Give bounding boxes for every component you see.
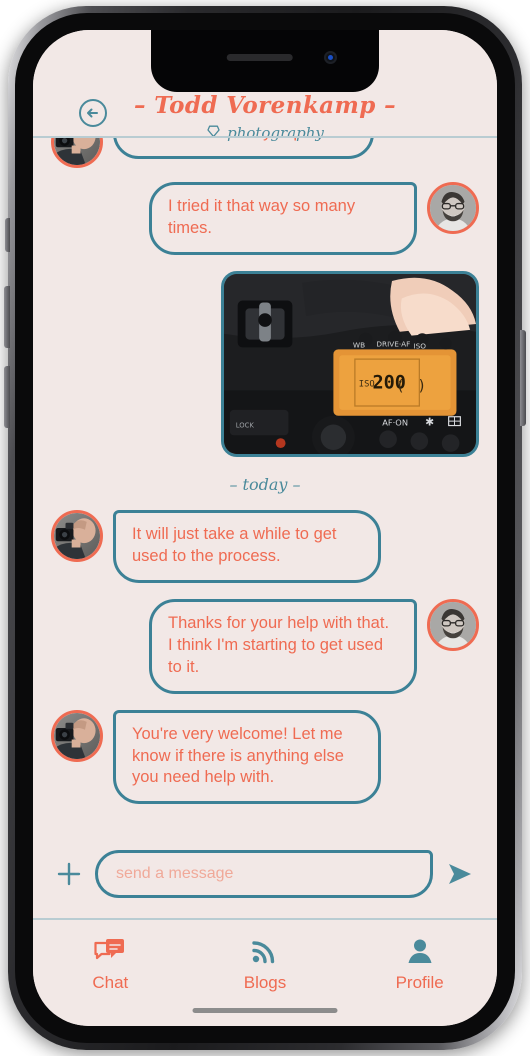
person-icon [404,936,436,966]
svg-text:): ) [417,377,426,394]
day-divider: – today – [229,474,301,494]
volume-up-button[interactable] [4,286,10,348]
send-arrow-icon[interactable] [445,860,475,888]
chat-bubbles-icon [94,936,126,966]
message-bubble[interactable]: Cameras are really expensive. [113,138,374,159]
message-bubble[interactable]: Thanks for your help with that. I think … [149,598,417,694]
rss-icon [249,936,281,966]
tab-blogs-label: Blogs [243,973,287,992]
back-arrow-circle-icon[interactable] [78,98,108,128]
message-row: Cameras are really expensive. [51,138,479,168]
image-message[interactable]: ISO 200 ( ) WB DRIVE·AF ISO AF·ON ✱ LOCK [221,270,479,457]
svg-text:WB: WB [353,340,365,349]
svg-text:LOCK: LOCK [236,421,255,429]
message-row: Thanks for your help with that. I think … [51,598,479,694]
tab-chat-label: Chat [92,973,129,992]
home-indicator[interactable] [192,1008,338,1013]
message-row: ISO 200 ( ) WB DRIVE·AF ISO AF·ON ✱ LOCK [51,270,479,457]
bearded-man-avatar[interactable] [427,182,479,234]
message-list[interactable]: Cameras are really expensive. I tried it… [33,138,497,830]
header-divider [33,136,497,138]
tab-profile[interactable]: Profile [342,936,497,993]
photographer-avatar[interactable] [51,509,103,562]
phone-screen: – Todd Vorenkamp – photography I tried i… [33,30,497,1026]
device-notch [151,30,379,92]
earpiece-speaker [226,54,293,61]
phone-mockup: – Todd Vorenkamp – photography I tried i… [0,0,530,1056]
volume-down-button[interactable] [4,366,10,428]
message-row: It will just take a while to get used to… [51,509,479,583]
photographer-avatar[interactable] [51,709,103,762]
silent-switch[interactable] [5,218,10,252]
message-row: You're very welcome! Let me know if ther… [51,709,479,805]
plus-icon[interactable] [55,860,83,888]
svg-text:✱: ✱ [425,415,434,428]
svg-text:ISO: ISO [413,341,426,350]
power-button[interactable] [520,330,526,426]
message-composer [33,830,497,918]
bearded-man-avatar[interactable] [427,598,479,651]
message-bubble[interactable]: I tried it that way so many times. [149,182,417,255]
message-bubble[interactable]: You're very welcome! Let me know if ther… [113,709,381,805]
svg-text:(: ( [396,377,405,394]
chat-app: – Todd Vorenkamp – photography I tried i… [33,30,497,1026]
front-camera-icon [324,51,337,64]
message-input[interactable] [95,850,433,898]
message-row: I tried it that way so many times. [51,182,479,255]
tab-blogs[interactable]: Blogs [188,936,343,993]
tab-profile-label: Profile [395,973,444,992]
svg-text:AF·ON: AF·ON [382,417,408,427]
photographer-avatar[interactable] [51,138,103,168]
tab-chat[interactable]: Chat [33,936,188,993]
svg-text:DRIVE·AF: DRIVE·AF [376,339,410,348]
message-bubble[interactable]: It will just take a while to get used to… [113,509,381,583]
